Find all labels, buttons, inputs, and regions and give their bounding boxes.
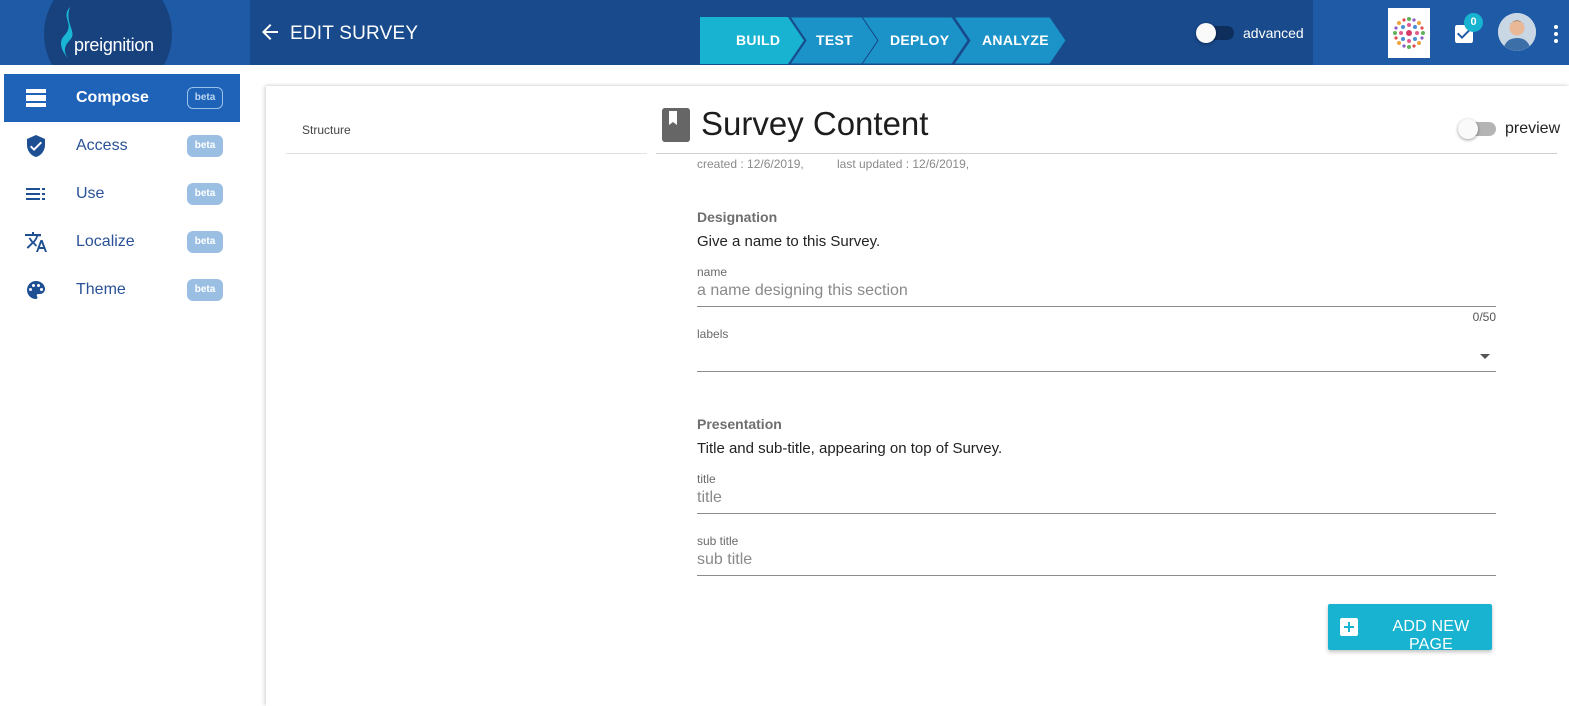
add-new-page-button[interactable]: ADD NEW PAGE xyxy=(1328,604,1492,653)
sidebar-item-access[interactable]: Access beta xyxy=(4,122,240,170)
preview-toggle[interactable] xyxy=(1458,119,1498,139)
content-divider xyxy=(656,153,1557,154)
advanced-label: advanced xyxy=(1243,25,1304,41)
more-vert-icon[interactable] xyxy=(1549,22,1563,46)
name-char-counter: 0/50 xyxy=(1472,310,1496,324)
organization-logo-icon[interactable] xyxy=(1388,8,1430,58)
user-avatar[interactable] xyxy=(1498,13,1536,51)
brand-logo[interactable]: preignition xyxy=(0,0,250,65)
labels-label: labels xyxy=(697,327,729,341)
sidebar-item-compose[interactable]: Compose beta xyxy=(4,74,240,122)
palette-icon xyxy=(27,281,45,299)
structure-title: Structure xyxy=(302,123,351,137)
user-avatar-icon xyxy=(1498,13,1536,51)
back-arrow-icon[interactable] xyxy=(258,20,282,44)
add-new-page-label: ADD NEW PAGE xyxy=(1392,618,1470,653)
designation-title: Designation xyxy=(697,209,778,225)
step-test-label: TEST xyxy=(816,32,853,48)
sidebar: Compose beta Access beta Use beta Locali… xyxy=(0,65,250,701)
updated-date: last updated : 12/6/2019, xyxy=(837,157,970,171)
sidebar-item-label: Compose xyxy=(76,89,149,106)
designation-description: Give a name to this Survey. xyxy=(697,233,881,250)
beta-badge: beta xyxy=(187,279,223,301)
tasks-count-badge: 0 xyxy=(1464,13,1483,32)
structure-divider xyxy=(286,153,647,154)
presentation-title: Presentation xyxy=(697,416,782,432)
beta-badge: beta xyxy=(187,135,223,157)
preview-toggle-thumb xyxy=(1458,119,1478,139)
book-icon xyxy=(662,108,690,142)
view-agenda-icon xyxy=(26,89,46,107)
sidebar-item-label: Access xyxy=(76,137,128,154)
list-icon xyxy=(26,188,45,200)
preview-label: preview xyxy=(1505,120,1561,137)
page-title: EDIT SURVEY xyxy=(290,23,419,44)
sidebar-item-label: Use xyxy=(76,185,105,202)
step-build-label: BUILD xyxy=(736,32,781,48)
title-input[interactable] xyxy=(697,482,1496,514)
presentation-description: Title and sub-title, appearing on top of… xyxy=(697,440,1003,457)
name-input[interactable] xyxy=(697,275,1496,307)
shield-check-icon xyxy=(27,135,45,157)
step-analyze-label: ANALYZE xyxy=(982,32,1049,48)
beta-badge: beta xyxy=(187,231,223,253)
created-date: created : 12/6/2019, xyxy=(697,157,804,171)
sidebar-item-label: Theme xyxy=(76,281,126,298)
advanced-toggle-thumb xyxy=(1196,23,1216,43)
sidebar-item-label: Localize xyxy=(76,233,135,250)
translate-icon xyxy=(25,232,47,252)
step-deploy-label: DEPLOY xyxy=(890,32,950,48)
content-title: Survey Content xyxy=(701,105,929,142)
sidebar-item-localize[interactable]: Localize beta xyxy=(4,218,240,266)
labels-select[interactable] xyxy=(697,340,1496,372)
sidebar-item-theme[interactable]: Theme beta xyxy=(4,266,240,314)
beta-badge: beta xyxy=(187,183,223,205)
advanced-toggle[interactable] xyxy=(1196,23,1234,43)
add-box-icon xyxy=(1340,618,1358,636)
sidebar-item-use[interactable]: Use beta xyxy=(4,170,240,218)
subtitle-input[interactable] xyxy=(697,544,1496,576)
brand-name: preignition xyxy=(74,35,154,55)
beta-badge: beta xyxy=(187,87,223,109)
dropdown-arrow-icon xyxy=(1480,354,1490,359)
